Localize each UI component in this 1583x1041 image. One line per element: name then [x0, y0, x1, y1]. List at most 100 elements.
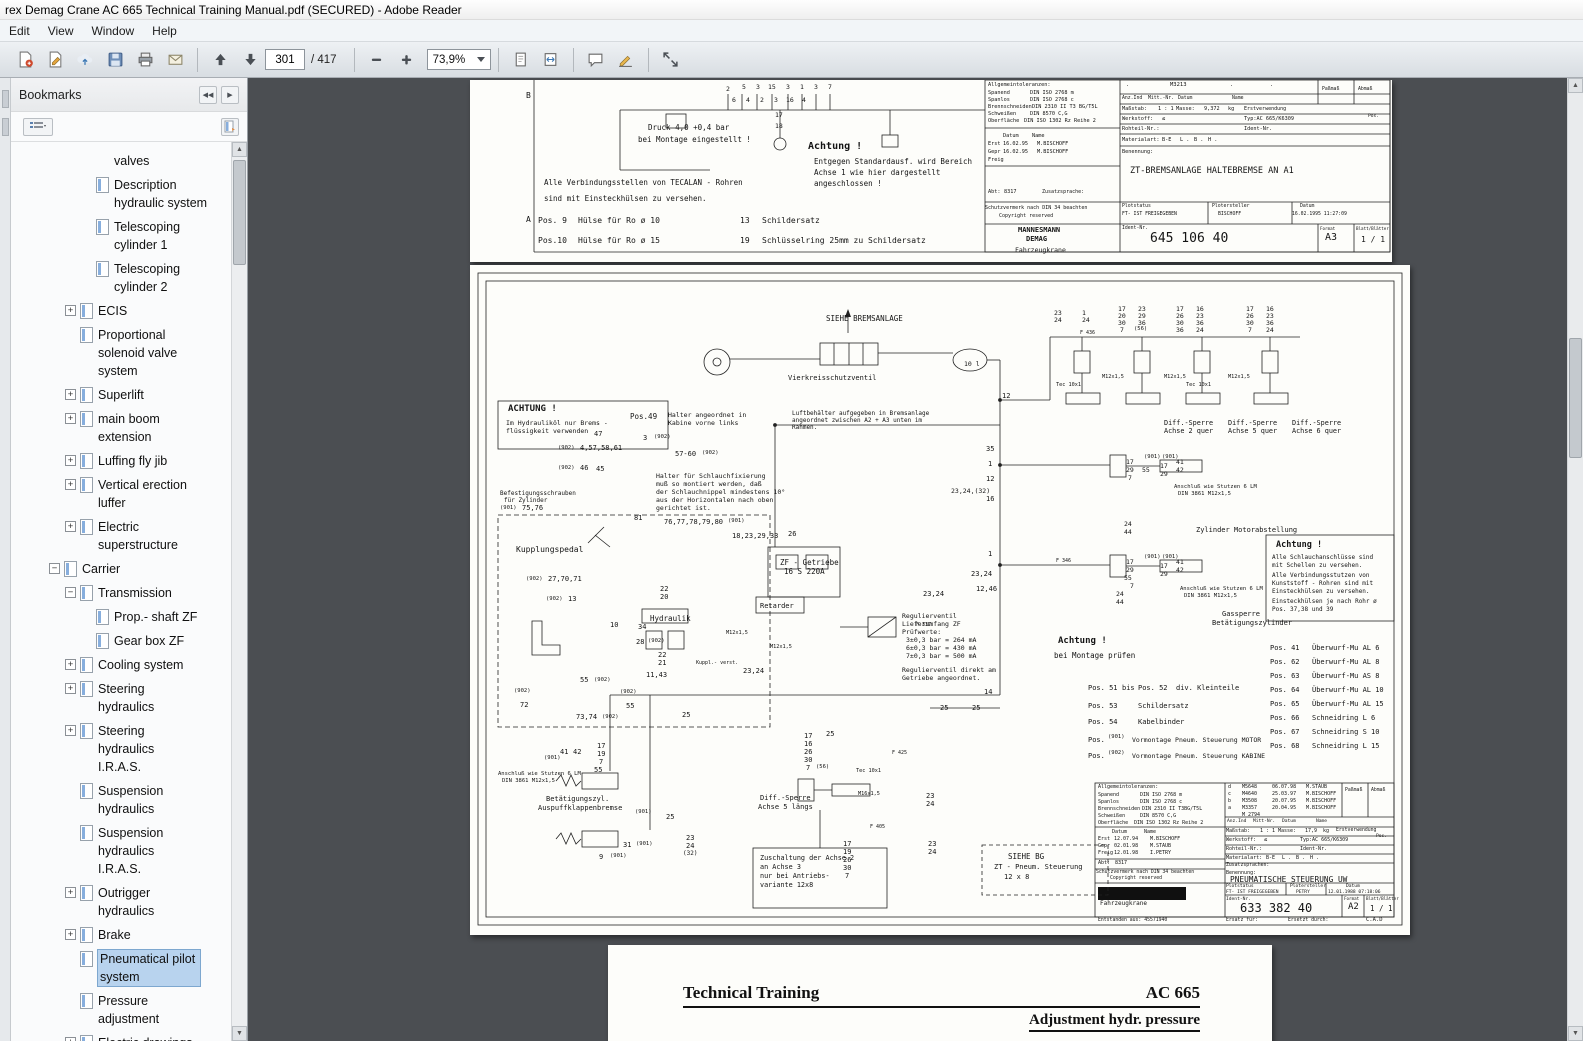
bookmark-label[interactable]: Carrier	[82, 560, 120, 578]
bookmark-label[interactable]: Brake	[98, 926, 131, 944]
bookmark-item[interactable]: − Transmission	[11, 584, 231, 602]
bookmark-label[interactable]: Pressure adjustment	[98, 992, 200, 1028]
menu-help[interactable]: Help	[143, 20, 186, 42]
expand-current-bookmark-button[interactable]	[221, 117, 239, 136]
bookmark-label[interactable]: Telescoping cylinder 1	[114, 218, 210, 254]
bookmarks-scrollbar[interactable]: ▲ ▼	[231, 142, 247, 1041]
bookmark-label[interactable]: ECIS	[98, 302, 127, 320]
bookmark-item[interactable]: + Cooling system	[11, 656, 231, 674]
bookmark-item[interactable]: +Prop.- shaft ZF	[11, 608, 231, 626]
bookmark-item[interactable]: + Steering hydraulics	[11, 680, 231, 716]
bookmark-label[interactable]: Proportional solenoid valve system	[98, 326, 200, 380]
bookmark-item[interactable]: + Outrigger hydraulics	[11, 884, 231, 920]
comment-button[interactable]	[581, 46, 611, 73]
document-canvas[interactable]: 2 5 3 15 3 1 3 7 6 4 2 3 16 4 17 18 Druck 4,0 +0,4 bar be…	[248, 78, 1583, 1041]
bookmark-item[interactable]: + Electric superstructure	[11, 518, 231, 554]
expand-icon[interactable]: +	[65, 659, 76, 670]
scroll-down-icon[interactable]: ▼	[232, 1026, 247, 1041]
fullscreen-button[interactable]	[656, 46, 686, 73]
bookmark-label[interactable]: Luffing fly jib	[98, 452, 167, 470]
bookmark-label[interactable]: Steering hydraulics I.R.A.S.	[98, 722, 200, 776]
bookmark-item[interactable]: +Gear box ZF	[11, 632, 231, 650]
nav-tab-bookmarks-icon[interactable]	[2, 90, 9, 108]
open-file-button[interactable]	[10, 46, 40, 73]
bookmark-item[interactable]: +Telescoping cylinder 2	[11, 260, 231, 296]
collapse-icon[interactable]: −	[65, 587, 76, 598]
expand-icon[interactable]: +	[65, 521, 76, 532]
bookmark-item[interactable]: + Luffing fly jib	[11, 452, 231, 470]
fit-page-button[interactable]	[506, 46, 536, 73]
bookmark-label[interactable]: Suspension hydraulics I.R.A.S.	[98, 824, 200, 878]
bookmark-label[interactable]: Suspension hydraulics	[98, 782, 200, 818]
bookmark-item[interactable]: +Suspension hydraulics	[11, 782, 231, 818]
bookmark-label[interactable]: Electric drawings	[98, 1034, 192, 1041]
bookmark-item[interactable]: +Telescoping cylinder 1	[11, 218, 231, 254]
bookmark-label[interactable]: Prop.- shaft ZF	[114, 608, 197, 626]
bookmark-item[interactable]: + Brake	[11, 926, 231, 944]
bookmark-item[interactable]: + Vertical erection luffer	[11, 476, 231, 512]
bookmark-item[interactable]: + ECIS	[11, 302, 231, 320]
expand-icon[interactable]: +	[65, 413, 76, 424]
bookmarks-scroll-thumb[interactable]	[233, 160, 246, 265]
bookmark-item[interactable]: + Electric drawings	[11, 1034, 231, 1041]
expand-icon[interactable]: +	[65, 305, 76, 316]
bookmark-label[interactable]: Electric superstructure	[98, 518, 200, 554]
menu-window[interactable]: Window	[82, 20, 143, 42]
bookmark-item[interactable]: +valves	[11, 152, 231, 170]
collapse-panel-button[interactable]: ◀◀	[199, 85, 217, 104]
scroll-up-icon[interactable]: ▲	[232, 142, 247, 157]
expand-icon[interactable]: +	[65, 479, 76, 490]
fit-width-button[interactable]	[536, 46, 566, 73]
bookmark-label[interactable]: Transmission	[98, 584, 172, 602]
document-scrollbar[interactable]: ▲ ▼	[1567, 78, 1583, 1041]
bookmark-label[interactable]: Cooling system	[98, 656, 183, 674]
expand-icon[interactable]: +	[65, 929, 76, 940]
expand-icon[interactable]: +	[65, 887, 76, 898]
bookmark-item[interactable]: +Pressure adjustment	[11, 992, 231, 1028]
email-button[interactable]	[160, 46, 190, 73]
zoom-out-button[interactable]	[362, 46, 392, 73]
bookmark-label[interactable]: Description hydraulic system	[114, 176, 210, 212]
collapse-icon[interactable]: −	[49, 563, 60, 574]
bookmark-label[interactable]: Superlift	[98, 386, 144, 404]
fill-sign-button[interactable]	[40, 46, 70, 73]
expand-icon[interactable]: +	[65, 389, 76, 400]
bookmark-label[interactable]: Telescoping cylinder 2	[114, 260, 210, 296]
bookmark-options-button[interactable]	[23, 117, 53, 136]
zoom-level-select[interactable]: 73,9%	[426, 49, 491, 70]
nav-tab-strip[interactable]	[0, 78, 11, 1041]
bookmark-item[interactable]: + Steering hydraulics I.R.A.S.	[11, 722, 231, 776]
bookmark-label[interactable]: valves	[114, 152, 149, 170]
bookmark-label[interactable]: Pneumatical pilot system	[97, 949, 201, 987]
bookmark-label[interactable]: Vertical erection luffer	[98, 476, 200, 512]
bookmark-label[interactable]: Steering hydraulics	[98, 680, 200, 716]
bookmark-item[interactable]: +Description hydraulic system	[11, 176, 231, 212]
share-button[interactable]	[70, 46, 100, 73]
bookmark-item[interactable]: − Carrier	[11, 560, 231, 578]
page-number-input[interactable]	[265, 49, 305, 70]
expand-icon[interactable]: +	[65, 1037, 76, 1041]
scroll-up-icon[interactable]: ▲	[1568, 78, 1583, 93]
scroll-down-icon[interactable]: ▼	[1568, 1026, 1583, 1041]
bookmarks-tree[interactable]: +valves+Description hydraulic system+Tel…	[11, 142, 231, 1041]
bookmark-item[interactable]: + Superlift	[11, 386, 231, 404]
bookmark-item[interactable]: +Suspension hydraulics I.R.A.S.	[11, 824, 231, 878]
print-button[interactable]	[130, 46, 160, 73]
bookmark-item[interactable]: + main boom extension	[11, 410, 231, 446]
nav-tab-pages-icon[interactable]	[2, 118, 9, 136]
document-scroll-thumb[interactable]	[1569, 338, 1582, 458]
menu-edit[interactable]: Edit	[0, 20, 39, 42]
zoom-in-button[interactable]	[392, 46, 422, 73]
menu-view[interactable]: View	[39, 20, 83, 42]
bookmark-label[interactable]: Gear box ZF	[114, 632, 184, 650]
expand-icon[interactable]: +	[65, 725, 76, 736]
bookmark-label[interactable]: Outrigger hydraulics	[98, 884, 200, 920]
expand-icon[interactable]: +	[65, 455, 76, 466]
bookmark-item[interactable]: +Pneumatical pilot system	[11, 949, 231, 987]
previous-page-button[interactable]	[205, 46, 235, 73]
bookmark-item[interactable]: +Proportional solenoid valve system	[11, 326, 231, 380]
next-page-button[interactable]	[235, 46, 265, 73]
window-titlebar[interactable]: rex Demag Crane AC 665 Technical Trainin…	[0, 0, 1583, 20]
expand-icon[interactable]: +	[65, 683, 76, 694]
panel-menu-button[interactable]: ▶	[221, 85, 239, 104]
